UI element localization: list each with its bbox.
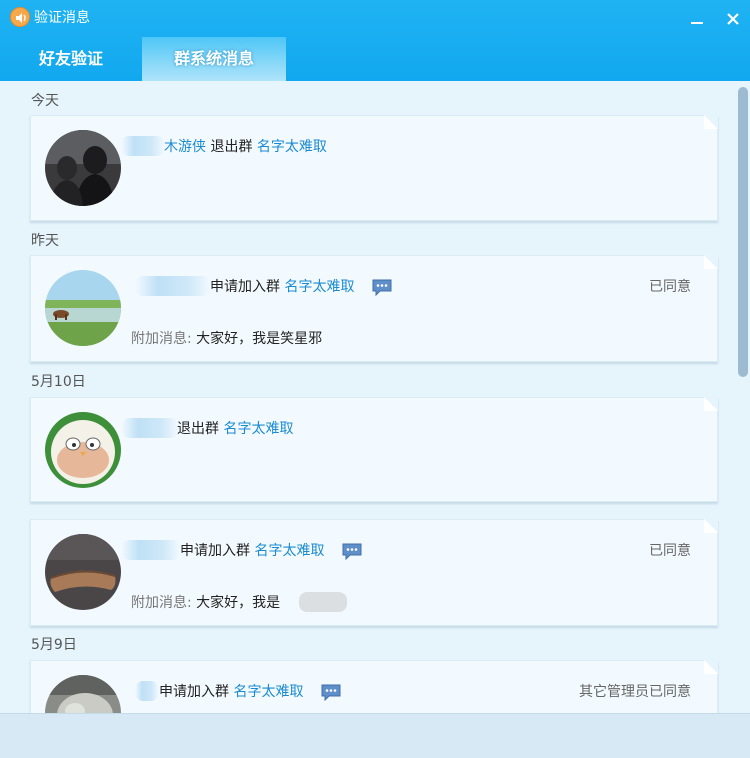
message-card: 申请加入群 名字太难取 其它管理员已同意 [30, 660, 718, 713]
message-list: 今天 木游侠 退出群 名字太难取 昨天 申请加入群 名字太难取 已同意 附加消息… [0, 81, 750, 713]
avatar[interactable] [45, 675, 121, 713]
date-label: 今天 [31, 93, 59, 109]
bottom-bar [0, 713, 750, 758]
date-label: 昨天 [31, 233, 59, 249]
message-text: 申请加入群 名字太难取 [180, 540, 324, 560]
group-link[interactable]: 名字太难取 [223, 421, 293, 437]
avatar[interactable] [45, 534, 121, 610]
chat-bubble-icon[interactable] [341, 542, 363, 560]
group-link[interactable]: 名字太难取 [284, 279, 354, 295]
message-text: 木游侠 退出群 名字太难取 [164, 136, 327, 156]
action-text: 申请加入群 [180, 543, 250, 559]
group-link[interactable]: 名字太难取 [254, 543, 324, 559]
note-label: 附加消息: [131, 595, 192, 611]
tab-group-system-messages[interactable]: 群系统消息 [142, 37, 286, 81]
avatar[interactable] [45, 130, 121, 206]
date-label: 5月9日 [31, 637, 77, 653]
action-text: 申请加入群 [210, 279, 280, 295]
attachment-message: 附加消息: 大家好，我是笑星邪 [131, 328, 322, 348]
message-text: 退出群 名字太难取 [177, 418, 293, 438]
message-card: 申请加入群 名字太难取 已同意 附加消息: 大家好，我是笑星邪 [30, 255, 718, 362]
close-button[interactable] [722, 8, 744, 30]
scrollbar-thumb[interactable] [738, 87, 748, 377]
message-text: 申请加入群 名字太难取 [159, 681, 303, 701]
action-text: 退出群 [210, 139, 253, 155]
note-text: 大家好，我是 [196, 595, 281, 611]
minimize-icon [691, 22, 703, 24]
status-text: 已同意 [649, 279, 691, 295]
group-link[interactable]: 名字太难取 [233, 684, 303, 700]
status-text: 其它管理员已同意 [579, 684, 691, 700]
note-label: 附加消息: [131, 331, 192, 347]
group-link[interactable]: 名字太难取 [257, 139, 327, 155]
avatar[interactable] [45, 270, 121, 346]
chat-bubble-icon[interactable] [320, 683, 342, 701]
avatar[interactable] [45, 412, 121, 488]
date-label: 5月10日 [31, 374, 86, 390]
message-text: 申请加入群 名字太难取 [210, 276, 354, 296]
action-text: 退出群 [177, 421, 219, 437]
message-card: 申请加入群 名字太难取 已同意 附加消息: 大家好，我是 [30, 519, 718, 626]
tab-friend-verification[interactable]: 好友验证 [0, 37, 142, 81]
status-text: 已同意 [649, 543, 691, 559]
attachment-message: 附加消息: 大家好，我是 [131, 592, 280, 612]
close-icon [727, 13, 739, 25]
message-card: 退出群 名字太难取 [30, 397, 718, 502]
user-link[interactable]: 木游侠 [164, 139, 206, 155]
chat-bubble-icon[interactable] [371, 278, 393, 296]
speaker-icon [10, 7, 30, 27]
note-text: 大家好，我是笑星邪 [196, 331, 323, 347]
message-card: 木游侠 退出群 名字太难取 [30, 115, 718, 221]
action-text: 申请加入群 [159, 684, 229, 700]
minimize-button[interactable] [686, 8, 708, 30]
window-title: 验证消息 [34, 10, 90, 26]
